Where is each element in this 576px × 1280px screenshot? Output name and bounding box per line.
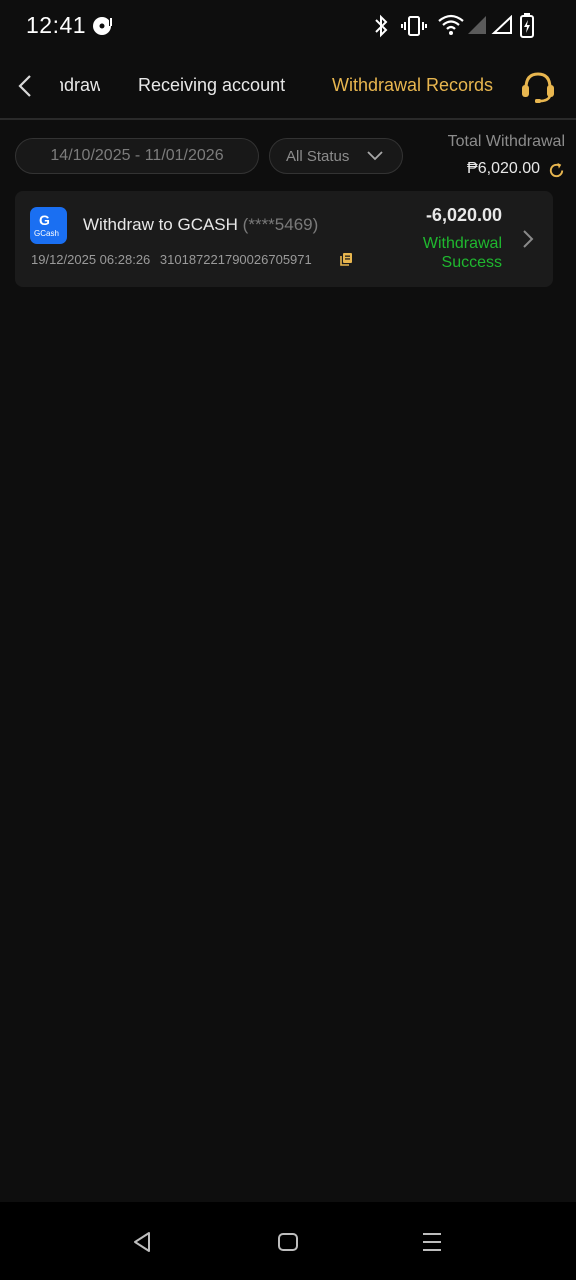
cellular-signal-2-icon: [491, 15, 512, 34]
record-status: Withdrawal Success: [422, 235, 502, 271]
tab-receiving-account[interactable]: Receiving account: [138, 75, 285, 96]
masked-account: (****5469): [242, 215, 319, 234]
wifi-icon: [438, 14, 464, 35]
total-withdrawal-value: ₱6,020.00: [467, 160, 540, 177]
gcash-logo-text: GCash: [34, 229, 59, 238]
total-withdrawal-label: Total Withdrawal: [447, 133, 565, 150]
media-icon: [93, 17, 113, 35]
transaction-id: 310187221790026705971: [159, 252, 312, 267]
tab-withdrawal[interactable]: Withdrawal: [60, 75, 100, 96]
back-chevron-icon[interactable]: [14, 72, 38, 100]
record-amount: -6,020.00: [425, 205, 502, 225]
copy-icon[interactable]: [339, 252, 353, 267]
record-title: Withdraw to GCASH (****5469): [83, 215, 318, 235]
withdrawal-record-card[interactable]: G GCash Withdraw to GCASH (****5469) 19/…: [15, 191, 553, 287]
refresh-icon[interactable]: [547, 161, 566, 180]
back-triangle-icon[interactable]: [131, 1230, 155, 1254]
gcash-logo-letter: G: [39, 212, 50, 228]
vibrate-icon: [401, 16, 427, 36]
tab-withdrawal-records[interactable]: Withdrawal Records: [332, 75, 493, 96]
battery-charging-icon: [520, 13, 534, 38]
status-bar: 12:41: [0, 0, 576, 52]
clock: 12:41: [26, 12, 87, 38]
record-title-text: Withdraw to GCASH: [83, 215, 238, 234]
menu-lines-icon[interactable]: [420, 1230, 444, 1254]
date-range-filter[interactable]: 14/10/2025 - 11/01/2026: [15, 138, 259, 174]
headset-support-icon[interactable]: [518, 68, 558, 106]
chevron-down-icon: [367, 151, 383, 161]
system-nav-bar: [0, 1202, 576, 1280]
status-filter-label: All Status: [286, 148, 350, 165]
header-divider: [0, 118, 576, 120]
home-square-icon[interactable]: [276, 1230, 300, 1254]
chevron-right-icon[interactable]: [521, 228, 535, 250]
status-filter-dropdown[interactable]: All Status: [269, 138, 403, 174]
record-meta: 19/12/2025 06:28:26 31018722179002670597…: [31, 252, 312, 267]
tab-bar: Withdrawal Receiving account Withdrawal …: [0, 52, 576, 120]
cellular-signal-icon: [468, 16, 486, 34]
gcash-logo: G GCash: [30, 207, 67, 244]
bluetooth-icon: [375, 14, 388, 38]
record-datetime: 19/12/2025 06:28:26: [31, 252, 151, 267]
